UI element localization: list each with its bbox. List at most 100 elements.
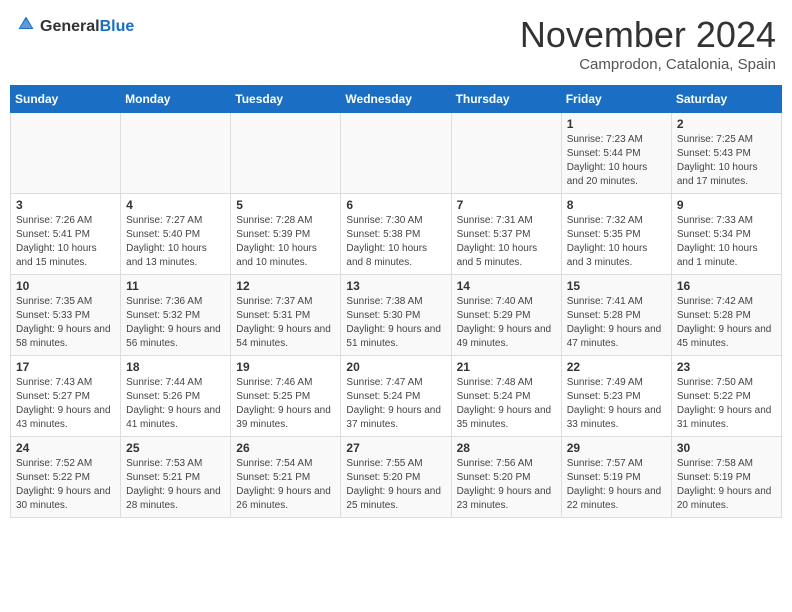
day-number: 14 bbox=[457, 279, 556, 293]
day-cell: 2 Sunrise: 7:25 AM Sunset: 5:43 PM Daylig… bbox=[671, 113, 781, 194]
day-cell: 1 Sunrise: 7:23 AM Sunset: 5:44 PM Daylig… bbox=[561, 113, 671, 194]
day-info: Sunrise: 7:52 AM Sunset: 5:22 PM Dayligh… bbox=[16, 457, 115, 513]
day-cell: 24Sunrise: 7:52 AM Sunset: 5:22 PM Dayli… bbox=[11, 437, 121, 518]
day-number: 1 bbox=[567, 117, 666, 131]
week-row-2: 3 Sunrise: 7:26 AM Sunset: 5:41 PM Daylig… bbox=[11, 194, 782, 275]
day-cell bbox=[231, 113, 341, 194]
day-number: 4 bbox=[126, 198, 225, 212]
day-info: Sunrise: 7:48 AM Sunset: 5:24 PM Dayligh… bbox=[457, 376, 556, 432]
day-number: 26 bbox=[236, 441, 335, 455]
day-info: Sunrise: 7:56 AM Sunset: 5:20 PM Dayligh… bbox=[457, 457, 556, 513]
day-info: Sunrise: 7:25 AM Sunset: 5:43 PM Dayligh… bbox=[677, 133, 776, 189]
day-cell: 26 Sunrise: 7:54 AM Sunset: 5:21 PM Dayli… bbox=[231, 437, 341, 518]
day-number: 21 bbox=[457, 360, 556, 374]
day-number: 28 bbox=[457, 441, 556, 455]
day-cell: 13 Sunrise: 7:38 AM Sunset: 5:30 PM Dayli… bbox=[341, 275, 451, 356]
day-number: 2 bbox=[677, 117, 776, 131]
day-info: Sunrise: 7:46 AM Sunset: 5:25 PM Dayligh… bbox=[236, 376, 335, 432]
day-info: Sunrise: 7:58 AM Sunset: 5:19 PM Dayligh… bbox=[677, 457, 776, 513]
day-cell: 4 Sunrise: 7:27 AM Sunset: 5:40 PM Daylig… bbox=[121, 194, 231, 275]
day-number: 8 bbox=[567, 198, 666, 212]
day-info: Sunrise: 7:31 AM Sunset: 5:37 PM Dayligh… bbox=[457, 214, 556, 270]
day-number: 25 bbox=[126, 441, 225, 455]
day-number: 20 bbox=[346, 360, 445, 374]
day-info: Sunrise: 7:38 AM Sunset: 5:30 PM Dayligh… bbox=[346, 295, 445, 351]
weekday-header-friday: Friday bbox=[561, 86, 671, 113]
weekday-header-tuesday: Tuesday bbox=[231, 86, 341, 113]
logo: GeneralBlue bbox=[16, 14, 134, 39]
day-cell: 14 Sunrise: 7:40 AM Sunset: 5:29 PM Dayli… bbox=[451, 275, 561, 356]
day-number: 9 bbox=[677, 198, 776, 212]
day-info: Sunrise: 7:49 AM Sunset: 5:23 PM Dayligh… bbox=[567, 376, 666, 432]
calendar-table: SundayMondayTuesdayWednesdayThursdayFrid… bbox=[10, 85, 782, 518]
day-info: Sunrise: 7:55 AM Sunset: 5:20 PM Dayligh… bbox=[346, 457, 445, 513]
day-number: 11 bbox=[126, 279, 225, 293]
day-cell: 15Sunrise: 7:41 AM Sunset: 5:28 PM Dayli… bbox=[561, 275, 671, 356]
day-cell: 9 Sunrise: 7:33 AM Sunset: 5:34 PM Daylig… bbox=[671, 194, 781, 275]
day-info: Sunrise: 7:53 AM Sunset: 5:21 PM Dayligh… bbox=[126, 457, 225, 513]
day-info: Sunrise: 7:26 AM Sunset: 5:41 PM Dayligh… bbox=[16, 214, 115, 270]
day-cell: 21 Sunrise: 7:48 AM Sunset: 5:24 PM Dayli… bbox=[451, 356, 561, 437]
day-number: 5 bbox=[236, 198, 335, 212]
day-info: Sunrise: 7:57 AM Sunset: 5:19 PM Dayligh… bbox=[567, 457, 666, 513]
weekday-header-wednesday: Wednesday bbox=[341, 86, 451, 113]
day-cell: 12 Sunrise: 7:37 AM Sunset: 5:31 PM Dayli… bbox=[231, 275, 341, 356]
day-info: Sunrise: 7:28 AM Sunset: 5:39 PM Dayligh… bbox=[236, 214, 335, 270]
day-cell: 16Sunrise: 7:42 AM Sunset: 5:28 PM Dayli… bbox=[671, 275, 781, 356]
week-row-4: 17 Sunrise: 7:43 AM Sunset: 5:27 PM Dayli… bbox=[11, 356, 782, 437]
day-number: 3 bbox=[16, 198, 115, 212]
logo-icon bbox=[16, 14, 36, 34]
day-cell: 25 Sunrise: 7:53 AM Sunset: 5:21 PM Dayli… bbox=[121, 437, 231, 518]
weekday-header-row: SundayMondayTuesdayWednesdayThursdayFrid… bbox=[11, 86, 782, 113]
day-cell: 23Sunrise: 7:50 AM Sunset: 5:22 PM Dayli… bbox=[671, 356, 781, 437]
weekday-header-monday: Monday bbox=[121, 86, 231, 113]
day-cell bbox=[11, 113, 121, 194]
day-cell: 6Sunrise: 7:30 AM Sunset: 5:38 PM Daylig… bbox=[341, 194, 451, 275]
day-cell bbox=[451, 113, 561, 194]
day-info: Sunrise: 7:43 AM Sunset: 5:27 PM Dayligh… bbox=[16, 376, 115, 432]
day-number: 16 bbox=[677, 279, 776, 293]
day-number: 27 bbox=[346, 441, 445, 455]
logo-general: GeneralBlue bbox=[40, 18, 134, 36]
day-info: Sunrise: 7:23 AM Sunset: 5:44 PM Dayligh… bbox=[567, 133, 666, 189]
day-cell: 22 Sunrise: 7:49 AM Sunset: 5:23 PM Dayli… bbox=[561, 356, 671, 437]
day-info: Sunrise: 7:44 AM Sunset: 5:26 PM Dayligh… bbox=[126, 376, 225, 432]
week-row-3: 10 Sunrise: 7:35 AM Sunset: 5:33 PM Dayli… bbox=[11, 275, 782, 356]
day-info: Sunrise: 7:27 AM Sunset: 5:40 PM Dayligh… bbox=[126, 214, 225, 270]
day-number: 29 bbox=[567, 441, 666, 455]
day-number: 22 bbox=[567, 360, 666, 374]
day-number: 23 bbox=[677, 360, 776, 374]
day-cell: 11Sunrise: 7:36 AM Sunset: 5:32 PM Dayli… bbox=[121, 275, 231, 356]
day-cell: 7 Sunrise: 7:31 AM Sunset: 5:37 PM Daylig… bbox=[451, 194, 561, 275]
day-cell: 19 Sunrise: 7:46 AM Sunset: 5:25 PM Dayli… bbox=[231, 356, 341, 437]
day-cell: 18 Sunrise: 7:44 AM Sunset: 5:26 PM Dayli… bbox=[121, 356, 231, 437]
day-number: 10 bbox=[16, 279, 115, 293]
month-title: November 2024 bbox=[520, 14, 776, 56]
day-cell: 30 Sunrise: 7:58 AM Sunset: 5:19 PM Dayli… bbox=[671, 437, 781, 518]
day-number: 7 bbox=[457, 198, 556, 212]
calendar-title-area: November 2024 Camprodon, Catalonia, Spai… bbox=[520, 14, 776, 73]
day-cell bbox=[121, 113, 231, 194]
day-number: 30 bbox=[677, 441, 776, 455]
weekday-header-sunday: Sunday bbox=[11, 86, 121, 113]
day-info: Sunrise: 7:35 AM Sunset: 5:33 PM Dayligh… bbox=[16, 295, 115, 351]
day-cell bbox=[341, 113, 451, 194]
day-number: 17 bbox=[16, 360, 115, 374]
weekday-header-thursday: Thursday bbox=[451, 86, 561, 113]
day-info: Sunrise: 7:40 AM Sunset: 5:29 PM Dayligh… bbox=[457, 295, 556, 351]
day-number: 18 bbox=[126, 360, 225, 374]
page-header: GeneralBlue November 2024 Camprodon, Cat… bbox=[10, 10, 782, 77]
day-cell: 10 Sunrise: 7:35 AM Sunset: 5:33 PM Dayli… bbox=[11, 275, 121, 356]
location-subtitle: Camprodon, Catalonia, Spain bbox=[520, 56, 776, 73]
day-number: 19 bbox=[236, 360, 335, 374]
day-number: 12 bbox=[236, 279, 335, 293]
day-info: Sunrise: 7:47 AM Sunset: 5:24 PM Dayligh… bbox=[346, 376, 445, 432]
day-info: Sunrise: 7:41 AM Sunset: 5:28 PM Dayligh… bbox=[567, 295, 666, 351]
day-cell: 27 Sunrise: 7:55 AM Sunset: 5:20 PM Dayli… bbox=[341, 437, 451, 518]
day-cell: 5 Sunrise: 7:28 AM Sunset: 5:39 PM Daylig… bbox=[231, 194, 341, 275]
day-number: 13 bbox=[346, 279, 445, 293]
day-info: Sunrise: 7:33 AM Sunset: 5:34 PM Dayligh… bbox=[677, 214, 776, 270]
day-info: Sunrise: 7:37 AM Sunset: 5:31 PM Dayligh… bbox=[236, 295, 335, 351]
day-info: Sunrise: 7:54 AM Sunset: 5:21 PM Dayligh… bbox=[236, 457, 335, 513]
day-cell: 29 Sunrise: 7:57 AM Sunset: 5:19 PM Dayli… bbox=[561, 437, 671, 518]
